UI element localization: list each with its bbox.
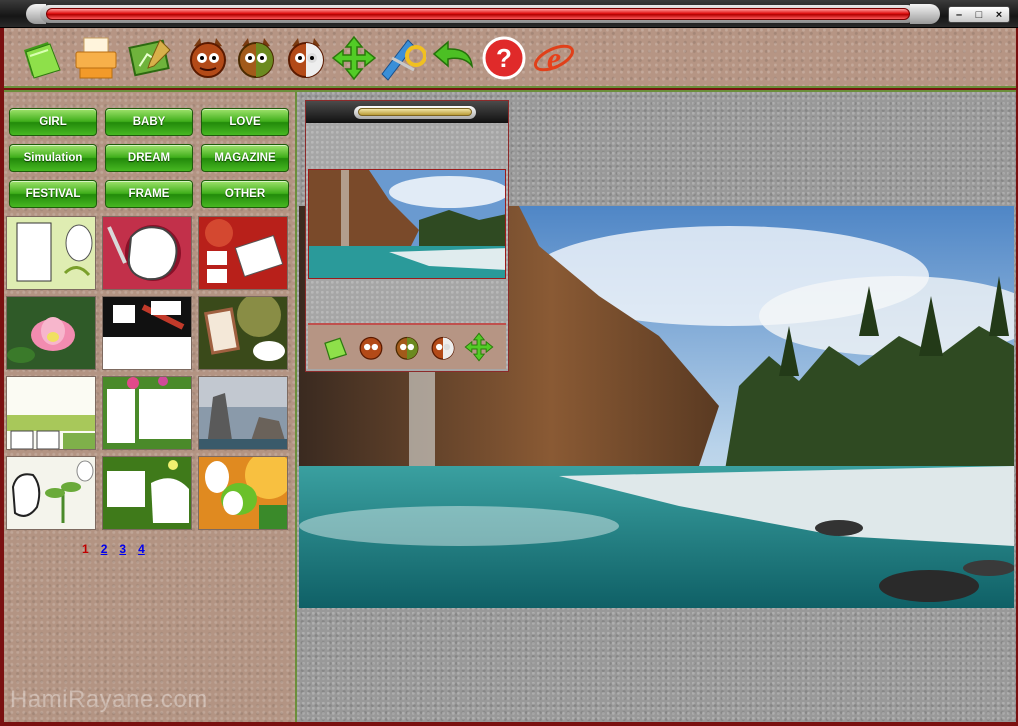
- category-frame-button[interactable]: FRAME: [105, 180, 193, 208]
- print-button[interactable]: [72, 34, 120, 82]
- watermark: HamiRayane.com: [10, 686, 208, 713]
- category-other-button[interactable]: OTHER: [201, 180, 289, 208]
- devil-face-icon: [238, 38, 274, 78]
- preview-open-button[interactable]: [320, 332, 350, 362]
- preview-thumbnail: [308, 169, 506, 279]
- preview-title-bar[interactable]: [306, 101, 508, 123]
- preview-face-2-button[interactable]: [392, 332, 422, 362]
- pager-page-link[interactable]: 2: [101, 542, 108, 556]
- category-love-button[interactable]: LOVE: [201, 108, 289, 136]
- svg-text:?: ?: [496, 43, 512, 73]
- category-baby-button[interactable]: BABY: [105, 108, 193, 136]
- category-simulation-button[interactable]: Simulation: [9, 144, 97, 172]
- template-thumbnail[interactable]: [6, 216, 96, 290]
- title-track: [40, 5, 916, 23]
- minimize-button[interactable]: –: [950, 8, 968, 22]
- template-thumbnail[interactable]: [198, 456, 288, 530]
- internet-explorer-icon: e: [533, 40, 575, 76]
- template-thumbnail[interactable]: [198, 216, 288, 290]
- template-thumbnail[interactable]: [6, 376, 96, 450]
- main-toolbar: ? e: [4, 28, 1016, 88]
- preview-move-button[interactable]: [464, 332, 494, 362]
- svg-text:e: e: [547, 40, 561, 76]
- devil-face-icon: [359, 336, 383, 360]
- template-thumbnail[interactable]: [6, 456, 96, 530]
- printer-icon: [75, 37, 117, 79]
- template-panel: GIRL BABY LOVE Simulation DREAM MAGAZINE…: [4, 90, 297, 722]
- pager-page-link[interactable]: 4: [138, 542, 145, 556]
- template-thumbnail[interactable]: [102, 376, 192, 450]
- pager: 1 2 3 4: [82, 542, 145, 556]
- pager-page-link[interactable]: 3: [119, 542, 126, 556]
- window-controls: – □ ×: [948, 6, 1010, 23]
- face-tool-2-button[interactable]: [232, 34, 280, 82]
- preview-toolbar: [308, 323, 506, 369]
- folder-icon: [24, 42, 61, 79]
- help-icon: ?: [482, 36, 526, 80]
- template-thumbnail[interactable]: [198, 376, 288, 450]
- maximize-button[interactable]: □: [970, 8, 988, 22]
- category-girl-button[interactable]: GIRL: [9, 108, 97, 136]
- move-arrows-icon: [331, 35, 377, 81]
- close-button[interactable]: ×: [990, 8, 1008, 22]
- preview-window[interactable]: [305, 100, 509, 372]
- devil-face-icon: [395, 336, 419, 360]
- preview-face-1-button[interactable]: [356, 332, 386, 362]
- category-dream-button[interactable]: DREAM: [105, 144, 193, 172]
- template-thumbnail[interactable]: [198, 296, 288, 370]
- ruler-icon: [381, 39, 426, 81]
- template-thumbnail[interactable]: [102, 216, 192, 290]
- template-thumbnail[interactable]: [6, 296, 96, 370]
- devil-face-half-icon: [431, 336, 455, 360]
- title-cap-right: [910, 4, 940, 24]
- pager-current-page: 1: [82, 542, 89, 556]
- move-arrows-icon: [464, 332, 494, 362]
- category-festival-button[interactable]: FESTIVAL: [9, 180, 97, 208]
- devil-face-icon: [190, 38, 226, 78]
- face-tool-3-button[interactable]: [282, 34, 330, 82]
- undo-arrow-icon: [432, 40, 474, 69]
- title-bar-fill: [46, 8, 910, 20]
- template-thumbnail[interactable]: [102, 456, 192, 530]
- photo-edit-icon: [128, 39, 171, 77]
- title-bar[interactable]: – □ ×: [0, 0, 1018, 28]
- move-button[interactable]: [330, 34, 378, 82]
- preview-face-3-button[interactable]: [428, 332, 458, 362]
- open-folder-button[interactable]: [18, 34, 66, 82]
- preview-drag-grip[interactable]: [354, 106, 476, 119]
- face-tool-1-button[interactable]: [184, 34, 232, 82]
- web-button[interactable]: e: [530, 34, 578, 82]
- category-magazine-button[interactable]: MAGAZINE: [201, 144, 289, 172]
- undo-button[interactable]: [430, 34, 478, 82]
- edit-photo-button[interactable]: [126, 34, 174, 82]
- help-button[interactable]: ?: [480, 34, 528, 82]
- template-thumbnail[interactable]: [102, 296, 192, 370]
- tools-button[interactable]: [378, 34, 426, 82]
- folder-icon: [324, 337, 348, 361]
- devil-face-half-icon: [288, 38, 324, 78]
